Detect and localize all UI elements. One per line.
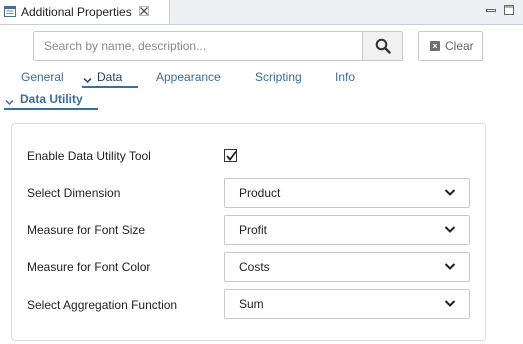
font-size-select[interactable]: Profit <box>224 215 470 245</box>
aggregation-value: Sum <box>239 297 264 311</box>
chevron-down-icon <box>444 189 456 196</box>
dimension-label: Select Dimension <box>27 186 121 200</box>
dimension-value: Product <box>239 186 281 200</box>
chevron-down-icon[interactable] <box>5 95 14 109</box>
tab-appearance[interactable]: Appearance <box>156 70 221 84</box>
active-tab-indicator <box>82 86 138 88</box>
section-title[interactable]: Data Utility <box>20 92 83 106</box>
properties-icon <box>4 6 16 17</box>
checkmark-icon <box>226 150 237 161</box>
clear-icon: × <box>430 41 440 51</box>
section-underline <box>4 108 98 110</box>
clear-button[interactable]: × Clear <box>418 31 483 61</box>
font-color-select[interactable]: Costs <box>224 252 470 282</box>
search-button[interactable] <box>362 32 402 60</box>
font-color-value: Costs <box>239 260 270 274</box>
dimension-select[interactable]: Product <box>224 178 470 208</box>
close-icon[interactable] <box>139 4 149 16</box>
tab-data[interactable]: Data <box>97 70 122 84</box>
minimize-icon[interactable] <box>485 4 497 16</box>
view-title: Additional Properties <box>21 5 132 19</box>
clear-label: Clear <box>445 39 474 53</box>
aggregation-select[interactable]: Sum <box>224 289 470 319</box>
aggregation-label: Select Aggregation Function <box>27 298 178 312</box>
search-input[interactable] <box>34 32 362 60</box>
chevron-down-icon <box>444 263 456 270</box>
view-titlebar: Additional Properties <box>0 0 523 25</box>
tab-info[interactable]: Info <box>335 70 355 84</box>
maximize-icon[interactable] <box>503 4 515 16</box>
tab-scripting[interactable]: Scripting <box>255 70 302 84</box>
search-icon <box>375 38 391 54</box>
tab-general[interactable]: General <box>21 70 64 84</box>
chevron-down-icon <box>444 300 456 307</box>
chevron-down-icon <box>83 73 92 87</box>
chevron-down-icon <box>444 226 456 233</box>
search-box <box>33 31 403 61</box>
font-size-value: Profit <box>239 223 268 237</box>
font-color-label: Measure for Font Color <box>27 260 151 274</box>
font-size-label: Measure for Font Size <box>27 223 146 237</box>
properties-view-tab[interactable]: Additional Properties <box>0 0 170 24</box>
enable-data-utility-checkbox[interactable] <box>224 149 237 162</box>
enable-label: Enable Data Utility Tool <box>27 149 151 163</box>
